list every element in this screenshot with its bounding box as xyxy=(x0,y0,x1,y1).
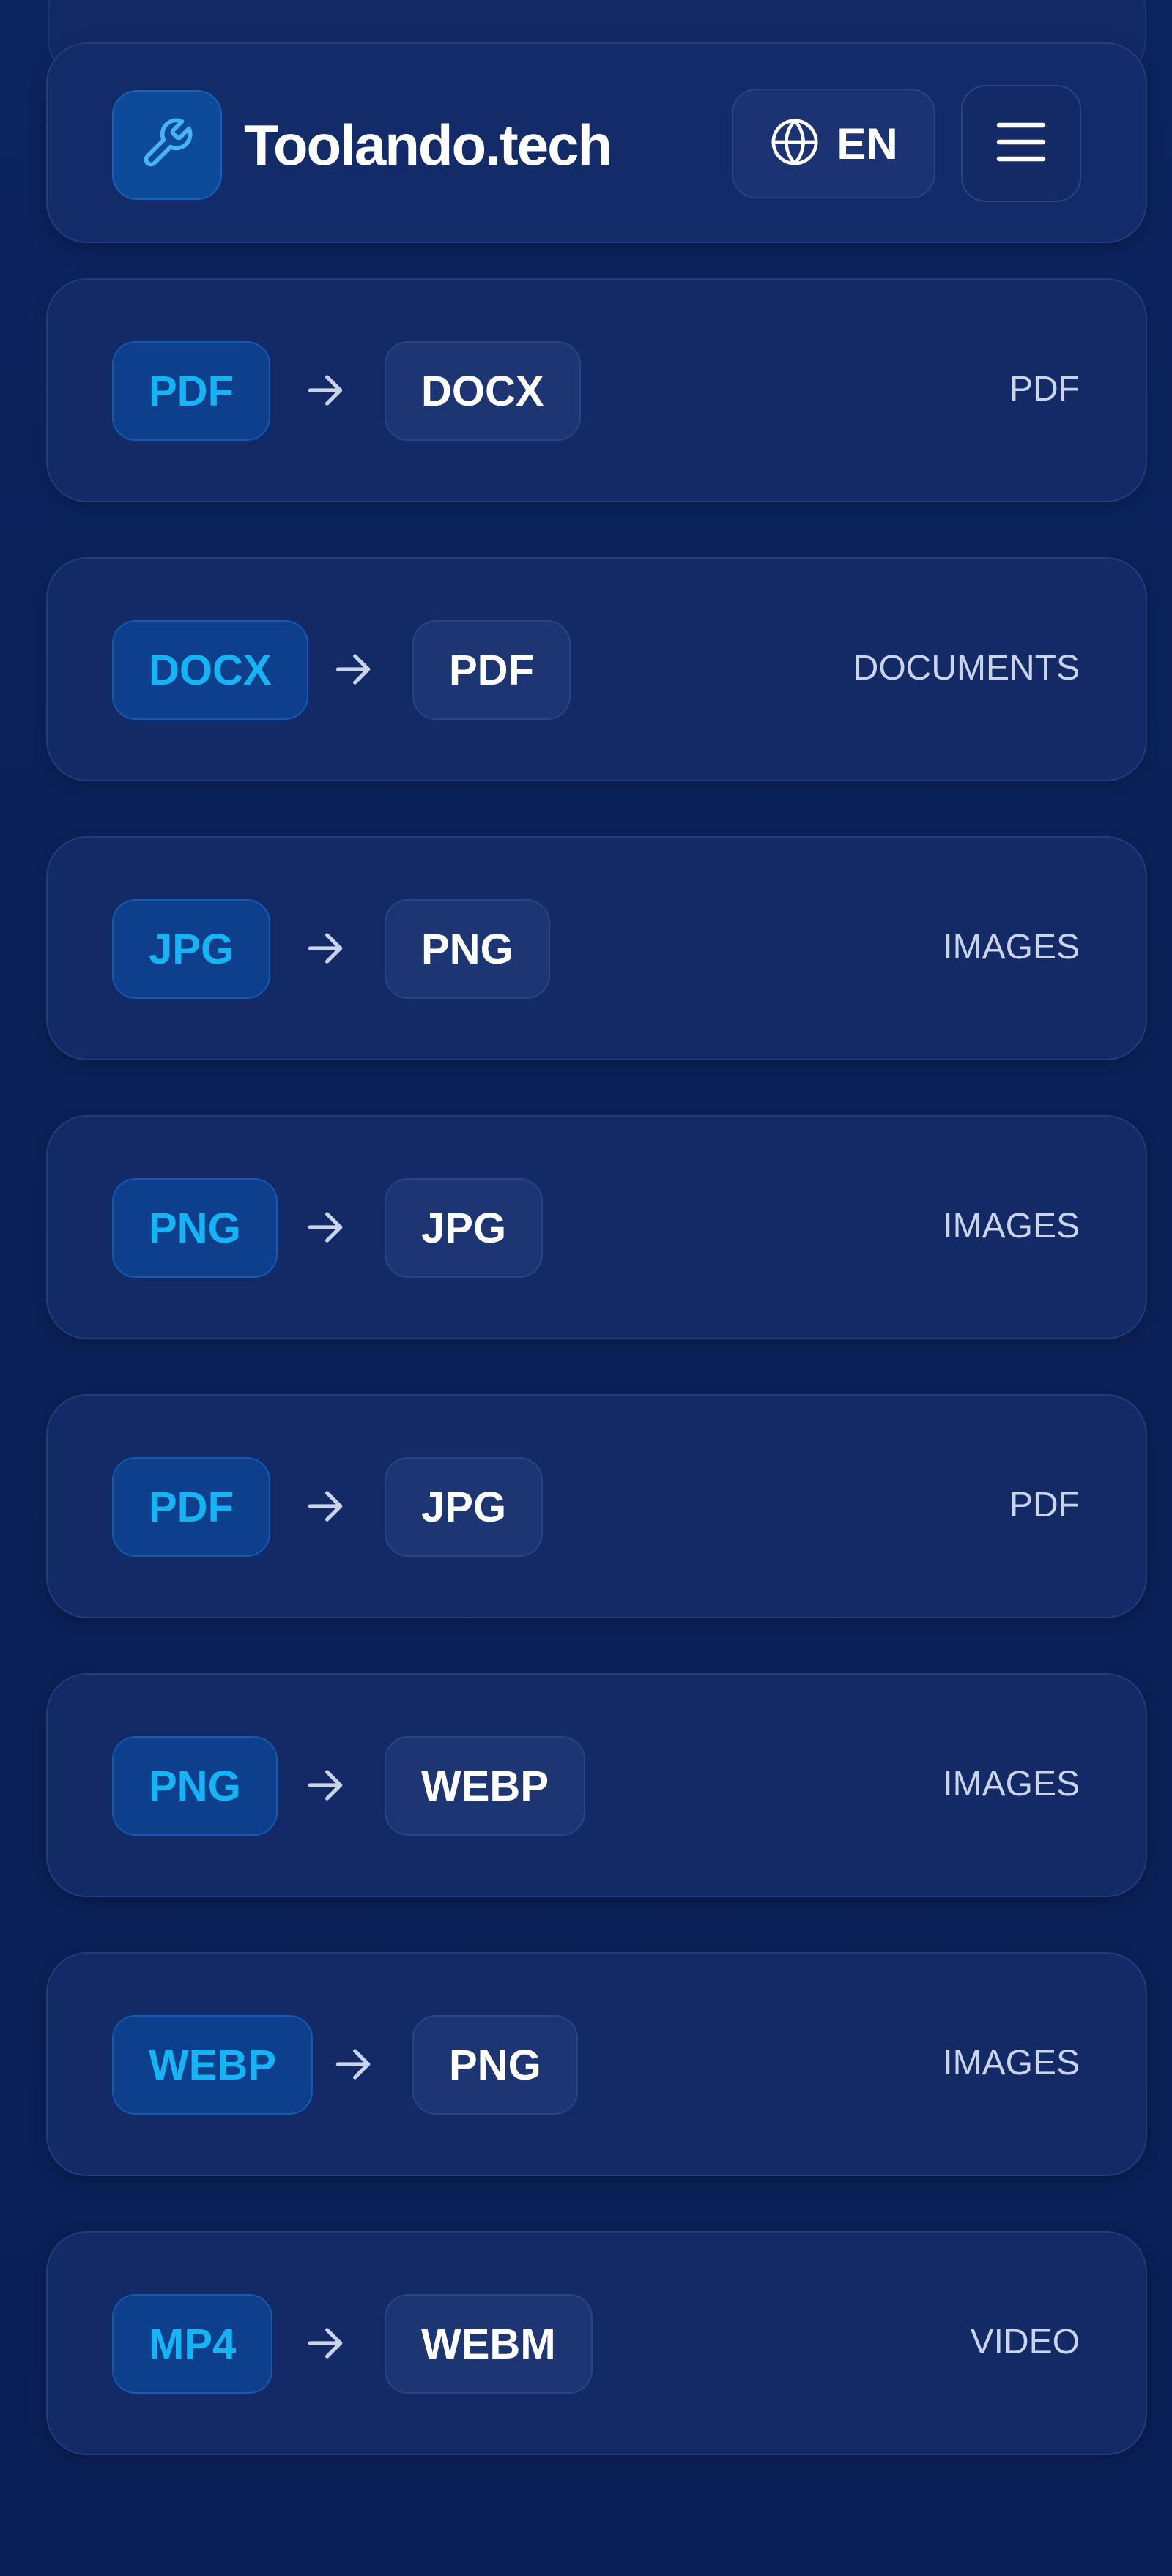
source-format-badge: MP4 xyxy=(112,2294,273,2394)
source-format-badge: WEBP xyxy=(112,2015,313,2115)
menu-button[interactable] xyxy=(961,85,1081,202)
source-format-badge: DOCX xyxy=(112,620,308,720)
category-label: IMAGES xyxy=(943,1765,1080,1803)
target-format-badge: WEBP xyxy=(385,1736,585,1836)
source-format-badge: PNG xyxy=(112,1178,278,1278)
conversion-card[interactable]: DOCX PDF DOCUMENTS xyxy=(46,557,1147,781)
arrow-right-icon xyxy=(335,2049,371,2080)
conversion-card[interactable]: WEBP PNG IMAGES xyxy=(46,1952,1147,2176)
category-label: IMAGES xyxy=(943,2044,1080,2082)
target-format-badge: PDF xyxy=(412,620,571,720)
conversion-card[interactable]: PDF DOCX PDF xyxy=(46,278,1147,502)
target-format-badge: WEBM xyxy=(385,2294,593,2394)
arrow-right-icon xyxy=(335,654,371,685)
source-format-badge: PNG xyxy=(112,1736,278,1836)
target-format-badge: JPG xyxy=(385,1457,544,1557)
target-format-badge: JPG xyxy=(385,1178,544,1278)
site-header: Toolando.tech EN xyxy=(46,42,1147,243)
source-format-badge: JPG xyxy=(112,899,271,999)
page: Toolando.tech EN PDF DOCX PDF DOCX PDF DO xyxy=(0,0,1172,2576)
target-format-badge: PNG xyxy=(385,899,550,999)
conversion-card[interactable]: PNG JPG IMAGES xyxy=(46,1115,1147,1339)
brand-name[interactable]: Toolando.tech xyxy=(244,111,612,179)
conversion-card[interactable]: PNG WEBP IMAGES xyxy=(46,1673,1147,1897)
arrow-right-icon xyxy=(308,375,343,406)
arrow-right-icon xyxy=(308,1491,343,1522)
target-format-badge: PNG xyxy=(412,2015,578,2115)
category-label: PDF xyxy=(1009,1486,1080,1525)
hamburger-menu-icon xyxy=(995,119,1047,168)
wrench-icon xyxy=(139,116,195,175)
arrow-right-icon xyxy=(308,2328,343,2359)
source-format-badge: PDF xyxy=(112,341,270,441)
language-selector[interactable]: EN xyxy=(732,89,935,198)
category-label: IMAGES xyxy=(943,1207,1080,1246)
category-label: VIDEO xyxy=(970,2323,1080,2361)
source-format-badge: PDF xyxy=(112,1457,270,1557)
category-label: PDF xyxy=(1009,370,1080,409)
conversion-card[interactable]: MP4 WEBM VIDEO xyxy=(46,2231,1147,2455)
globe-icon xyxy=(769,116,820,171)
arrow-right-icon xyxy=(308,1770,343,1801)
arrow-right-icon xyxy=(308,1212,343,1243)
target-format-badge: DOCX xyxy=(385,341,581,441)
language-label: EN xyxy=(837,119,898,168)
arrow-right-icon xyxy=(308,933,343,964)
category-label: DOCUMENTS xyxy=(853,649,1080,688)
conversion-card[interactable]: JPG PNG IMAGES xyxy=(46,836,1147,1060)
logo-button[interactable] xyxy=(112,90,222,200)
conversion-card[interactable]: PDF JPG PDF xyxy=(46,1394,1147,1618)
category-label: IMAGES xyxy=(943,928,1080,967)
